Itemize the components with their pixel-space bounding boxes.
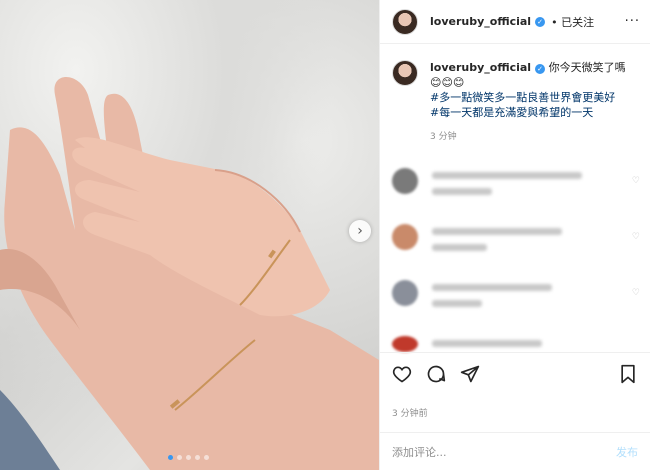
more-options-icon[interactable]: ···	[625, 14, 640, 29]
chevron-right-icon: ›	[357, 223, 363, 239]
list-item: ♡	[392, 280, 640, 336]
carousel-dot	[177, 455, 182, 460]
caption-time: 3 分钟	[430, 132, 457, 142]
follow-status[interactable]: • 已关注	[551, 14, 594, 30]
comment-list: ♡ ♡ ♡	[392, 168, 640, 356]
carousel-dot	[186, 455, 191, 460]
like-comment-icon[interactable]: ♡	[632, 176, 640, 186]
list-item: ♡	[392, 224, 640, 280]
verified-icon: ✓	[535, 16, 546, 27]
avatar[interactable]	[392, 8, 418, 35]
hands-image	[0, 77, 379, 470]
username-link[interactable]: loveruby_official	[430, 15, 531, 28]
caption: loveruby_official ✓ 你今天微笑了嗎 😊😊😊 #多一點微笑多一點…	[392, 60, 642, 142]
list-item: ♡	[392, 168, 640, 224]
caption-emojis: 😊😊😊	[430, 76, 465, 89]
like-comment-icon[interactable]: ♡	[632, 232, 640, 242]
carousel-dot	[195, 455, 200, 460]
bookmark-icon[interactable]	[618, 364, 638, 384]
next-photo-button[interactable]: ›	[349, 220, 371, 242]
action-bar	[380, 352, 650, 394]
avatar[interactable]	[392, 280, 418, 306]
carousel-dot	[168, 455, 173, 460]
caption-avatar[interactable]	[392, 60, 418, 86]
comment-input[interactable]: 添加评论...	[392, 444, 447, 460]
post-timestamp: 3 分钟前	[392, 409, 428, 419]
post-side-panel: loveruby_official ✓ • 已关注 ··· loveruby_o…	[379, 0, 650, 470]
avatar[interactable]	[392, 224, 418, 250]
heart-icon[interactable]	[392, 364, 412, 384]
caption-text: loveruby_official ✓ 你今天微笑了嗎 😊😊😊 #多一點微笑多一點…	[430, 60, 626, 120]
like-comment-icon[interactable]: ♡	[632, 288, 640, 298]
post-header: loveruby_official ✓ • 已关注 ···	[380, 0, 650, 44]
hashtag-link[interactable]: #每一天都是充滿愛與希望的一天	[430, 106, 593, 119]
share-icon[interactable]	[460, 364, 480, 384]
hashtag-link[interactable]: #多一點微笑多一點良善世界會更美好	[430, 91, 615, 104]
avatar[interactable]	[392, 336, 418, 352]
add-comment-bar: 添加评论... 发布	[380, 432, 650, 470]
publish-button[interactable]: 发布	[616, 444, 638, 460]
avatar[interactable]	[392, 168, 418, 194]
comment-icon[interactable]	[426, 364, 446, 384]
caption-line: 你今天微笑了嗎	[548, 61, 626, 74]
carousel-dot	[204, 455, 209, 460]
verified-icon: ✓	[535, 64, 546, 74]
caption-username[interactable]: loveruby_official	[430, 61, 531, 74]
carousel-dots	[168, 455, 209, 460]
post-photo: ›	[0, 0, 379, 470]
